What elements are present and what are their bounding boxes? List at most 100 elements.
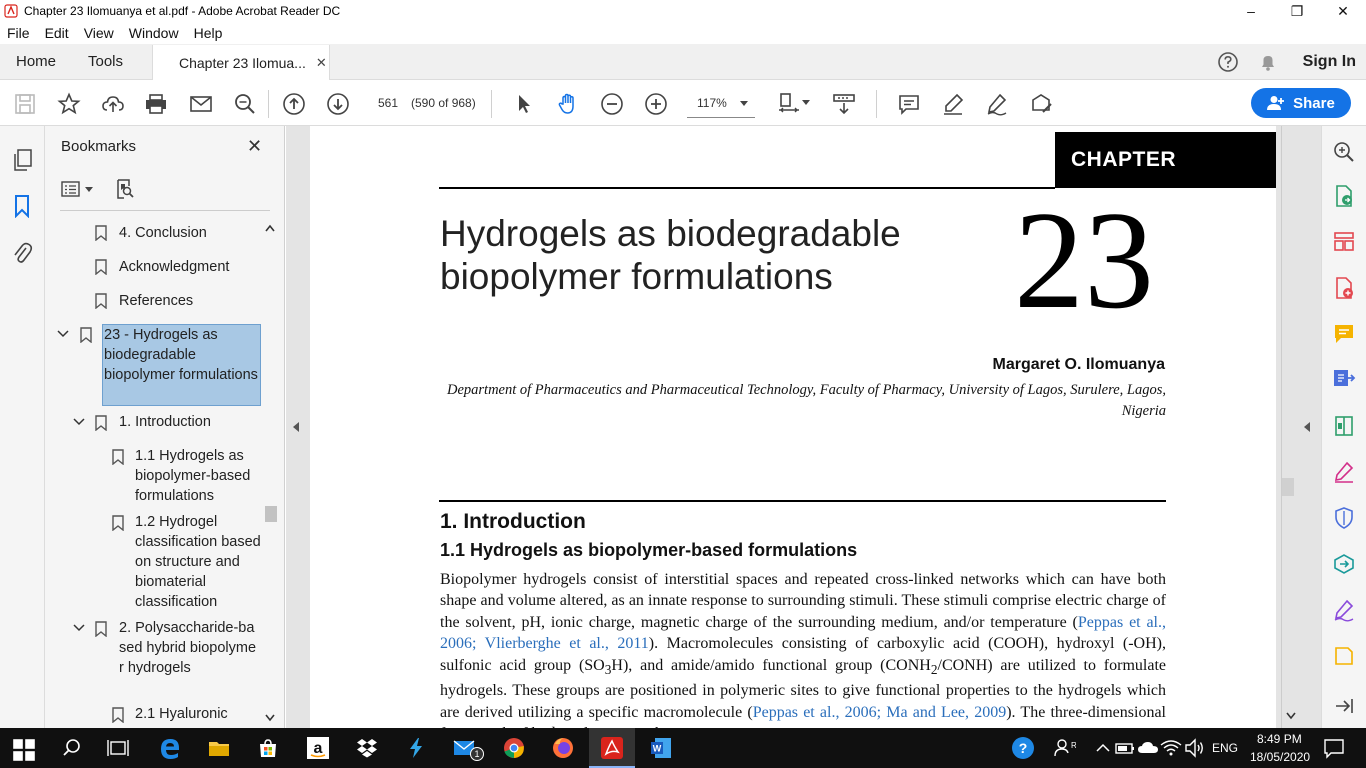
onedrive-cloud-icon[interactable] — [1136, 736, 1160, 760]
zoom-level-select[interactable]: 117% — [697, 96, 727, 110]
document-scroll-thumb[interactable] — [1282, 478, 1294, 496]
bookmark-item-acknowledgment[interactable]: Acknowledgment — [45, 254, 263, 280]
zoom-in-icon[interactable] — [644, 92, 668, 116]
bookmark-item-introduction[interactable]: 1. Introduction — [45, 412, 263, 438]
more-tools-icon[interactable] — [1332, 644, 1356, 668]
hand-tool-icon[interactable] — [556, 92, 580, 116]
previous-page-icon[interactable] — [282, 92, 306, 116]
show-hidden-icons-chevron-icon[interactable] — [1091, 736, 1115, 760]
menu-window[interactable]: Window — [129, 25, 179, 41]
menu-view[interactable]: View — [84, 25, 114, 41]
share-button[interactable]: Share — [1251, 88, 1351, 118]
save-icon[interactable] — [13, 92, 37, 116]
firefox-browser-icon[interactable] — [551, 736, 575, 760]
find-bookmark-icon[interactable] — [115, 178, 135, 200]
bookmark-item-1-2[interactable]: 1.2 Hydrogel classification based on str… — [45, 512, 263, 614]
compress-pdf-icon[interactable] — [1332, 414, 1356, 438]
visual-studio-code-icon[interactable] — [404, 736, 428, 760]
amazon-app-icon[interactable]: a — [306, 736, 330, 760]
bookmarks-panel-icon[interactable] — [13, 194, 31, 218]
volume-icon[interactable] — [1183, 736, 1207, 760]
notification-bell-icon[interactable] — [1257, 51, 1279, 73]
next-page-icon[interactable] — [326, 92, 350, 116]
bookmarks-scroll-thumb[interactable] — [265, 506, 277, 522]
acrobat-taskbar-icon[interactable] — [600, 736, 624, 760]
minimize-button[interactable]: – — [1228, 3, 1274, 19]
maximize-button[interactable]: ❐ — [1274, 3, 1320, 20]
scroll-mode-icon[interactable] — [832, 92, 856, 116]
document-viewer[interactable]: CHAPTER Hydrogels as biodegradable biopo… — [286, 126, 1321, 728]
citation-link[interactable]: Peppas et al., 2006; Ma and Lee, 2009 — [753, 704, 1007, 721]
system-clock-time[interactable]: 8:49 PM — [1257, 732, 1302, 746]
tab-tools[interactable]: Tools — [74, 53, 152, 70]
menu-help[interactable]: Help — [194, 25, 223, 41]
export-pdf-icon[interactable] — [1332, 184, 1356, 208]
collapse-left-panel-icon[interactable] — [292, 422, 300, 432]
bookmark-item-1-1[interactable]: 1.1 Hydrogels as biopolymer-based formul… — [45, 446, 263, 508]
bookmark-item-conclusion[interactable]: 4. Conclusion — [45, 220, 263, 246]
windows-start-icon[interactable] — [12, 738, 36, 762]
sign-in-link[interactable]: Sign In — [1303, 53, 1356, 71]
send-for-review-icon[interactable] — [1332, 552, 1356, 576]
system-clock-date[interactable]: 18/05/2020 — [1250, 750, 1310, 764]
bookmarks-scrollbar[interactable] — [263, 220, 277, 728]
bookmark-options-icon[interactable] — [61, 180, 81, 198]
collapse-tools-pane-icon[interactable] — [1332, 694, 1356, 718]
bookmark-item-chapter-23[interactable]: 23 - Hydrogels as biodegradable biopolym… — [45, 324, 263, 406]
menu-file[interactable]: File — [7, 25, 30, 41]
tab-close-icon[interactable]: ✕ — [316, 55, 327, 71]
page-number-input[interactable]: 561 — [378, 96, 398, 110]
upload-cloud-icon[interactable] — [101, 92, 125, 116]
bookmark-options-chevron-icon[interactable] — [85, 187, 93, 192]
request-signature-icon[interactable] — [1332, 598, 1356, 622]
highlight-pen-icon[interactable] — [941, 92, 965, 116]
word-app-icon[interactable]: W — [649, 736, 673, 760]
bookmark-item-2-1[interactable]: 2.1 Hyaluronic — [45, 704, 263, 728]
chevron-down-icon[interactable] — [73, 624, 85, 632]
attachments-paperclip-icon[interactable] — [11, 240, 33, 266]
file-explorer-icon[interactable] — [207, 736, 231, 760]
select-cursor-icon[interactable] — [512, 92, 536, 116]
combine-files-icon[interactable] — [1332, 366, 1356, 390]
menu-edit[interactable]: Edit — [45, 25, 69, 41]
scroll-up-icon[interactable] — [265, 224, 275, 232]
edge-browser-icon[interactable] — [158, 736, 182, 760]
bookmark-item-references[interactable]: References — [45, 288, 263, 314]
people-tray-icon[interactable]: R — [1052, 736, 1076, 760]
organize-pages-icon[interactable] — [1332, 230, 1356, 254]
taskbar-search-icon[interactable] — [60, 736, 84, 760]
chevron-down-icon[interactable] — [57, 330, 69, 338]
task-view-icon[interactable] — [106, 736, 130, 760]
microsoft-store-icon[interactable] — [256, 736, 280, 760]
battery-icon[interactable] — [1113, 736, 1137, 760]
fill-and-sign-icon[interactable] — [1332, 460, 1356, 484]
page-layout-icon[interactable] — [777, 92, 801, 116]
search-icon[interactable] — [233, 92, 257, 116]
fill-sign-icon[interactable] — [1029, 92, 1053, 116]
chevron-down-icon[interactable] — [73, 418, 85, 426]
page-layout-chevron-icon[interactable] — [802, 100, 810, 106]
bookmark-item-polysaccharide[interactable]: 2. Polysaccharide-based hybrid biopolyme… — [45, 618, 263, 700]
page-thumbnails-icon[interactable] — [12, 148, 34, 172]
chrome-browser-icon[interactable] — [502, 736, 526, 760]
document-scroll-down-icon[interactable] — [1286, 712, 1296, 720]
create-pdf-icon[interactable] — [1332, 276, 1356, 300]
wifi-icon[interactable] — [1159, 736, 1183, 760]
bookmarks-close-icon[interactable]: ✕ — [247, 136, 262, 157]
tab-home[interactable]: Home — [0, 53, 74, 70]
comment-tool-icon[interactable] — [1332, 322, 1356, 346]
close-window-button[interactable]: ✕ — [1320, 3, 1366, 20]
star-bookmark-icon[interactable] — [57, 92, 81, 116]
comment-icon[interactable] — [897, 92, 921, 116]
zoom-out-icon[interactable] — [600, 92, 624, 116]
input-language[interactable]: ENG — [1212, 741, 1238, 755]
action-center-icon[interactable] — [1322, 736, 1346, 760]
help-icon[interactable] — [1217, 51, 1239, 73]
zoom-dropdown-chevron-icon[interactable] — [739, 100, 749, 107]
email-icon[interactable] — [189, 92, 213, 116]
help-tray-icon[interactable]: ? — [1011, 736, 1035, 760]
sign-pen-icon[interactable] — [985, 92, 1009, 116]
expand-right-panel-icon[interactable] — [1303, 422, 1311, 432]
zoom-search-icon[interactable] — [1332, 140, 1356, 164]
dropbox-icon[interactable] — [355, 736, 379, 760]
